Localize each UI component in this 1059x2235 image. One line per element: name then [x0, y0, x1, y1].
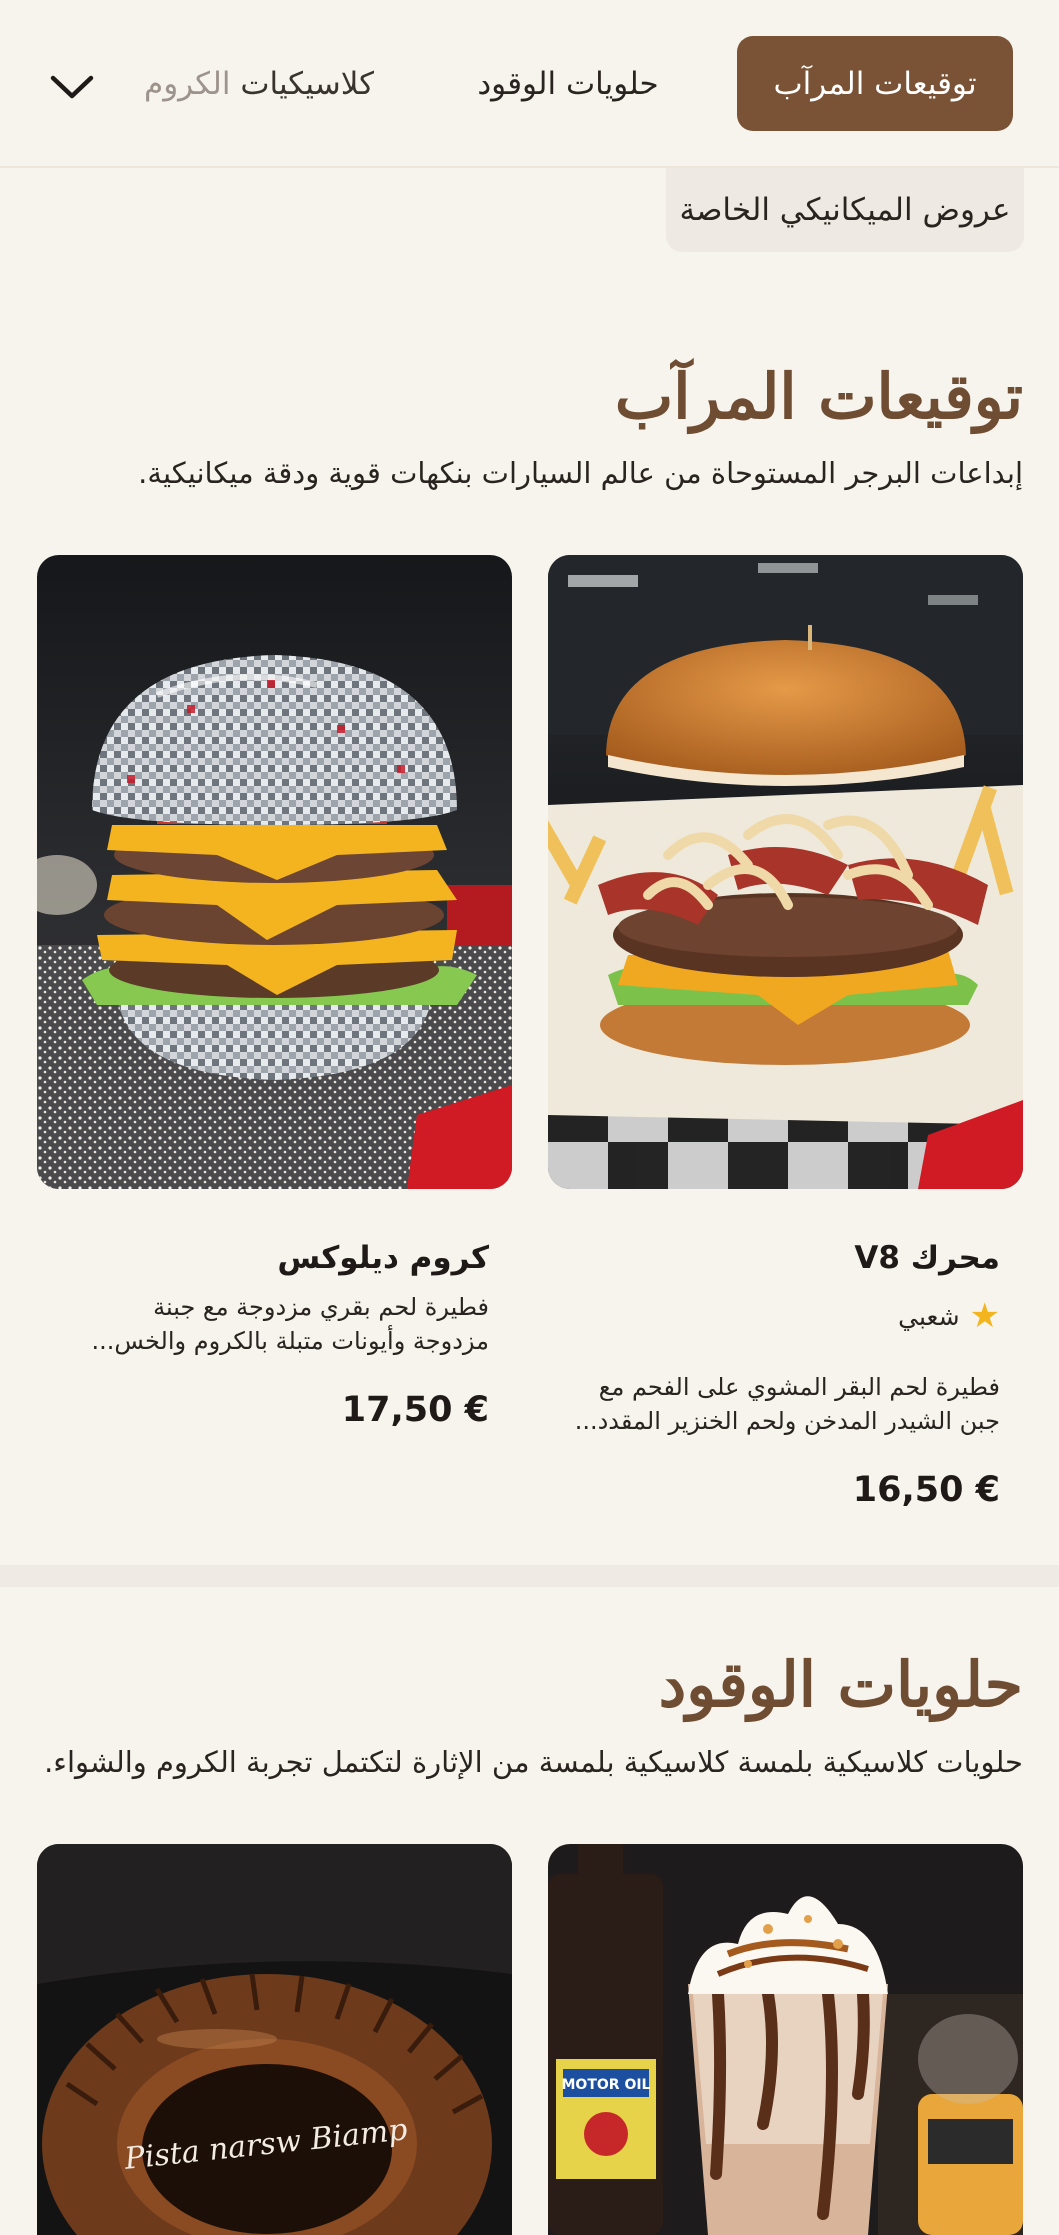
tab-label: توقيعات المرآب: [773, 65, 977, 102]
popular-badge: ★ شعبي: [898, 1299, 1000, 1333]
tab-mechanic-specials[interactable]: عروض الميكانيكي الخاصة: [666, 168, 1024, 252]
section-subtitle: حلويات كلاسيكية بلمسة كلاسيكية بلمسة من …: [44, 1745, 1023, 1779]
section-divider: [0, 1565, 1059, 1587]
tab-label: حلويات الوقود: [477, 65, 659, 102]
tab-garage-signatures[interactable]: توقيعات المرآب: [737, 36, 1013, 131]
section-subtitle: إبداعات البرجر المستوحاة من عالم السيارا…: [138, 456, 1023, 490]
item-description: فطيرة لحم بقري مزدوجة مع جبنة مزدوجة وأي…: [49, 1290, 489, 1358]
v8-burger-image[interactable]: [548, 555, 1023, 1189]
item-price: 17,50 €: [341, 1390, 489, 1430]
tab-fuel-desserts[interactable]: حلويات الوقود: [463, 36, 673, 131]
category-tabs: توقيعات المرآب حلويات الوقود كلاسيكيات ا…: [0, 0, 1059, 168]
tab-label: كلاسيكيات: [240, 65, 374, 102]
item-description: فطيرة لحم البقر المشوي على الفحم مع جبن …: [560, 1370, 1000, 1438]
item-description-line: فطيرة لحم البقر المشوي على الفحم مع: [598, 1373, 1000, 1401]
tab-chrome-classics[interactable]: كلاسيكيات الكروم: [119, 36, 399, 131]
item-description-line: جبن الشيدر المدخن ولحم الخنزير المقدد...: [574, 1407, 1000, 1435]
item-name: V8 محرك: [854, 1240, 1000, 1276]
section-title-fuel-desserts: حلويات الوقود: [658, 1648, 1023, 1721]
section-title-garage-signatures: توقيعات المرآب: [614, 360, 1023, 433]
chrome-deluxe-image[interactable]: [37, 555, 512, 1189]
item-price: 16,50 €: [852, 1470, 1000, 1510]
tire-cake-image[interactable]: Pista narsw Biamp: [37, 1844, 512, 2235]
item-name: كروم ديلوكس: [277, 1240, 489, 1276]
tab-label: عروض الميكانيكي الخاصة: [679, 192, 1011, 228]
tab-label-faded: الكروم: [144, 65, 231, 102]
item-description-line: فطيرة لحم بقري مزدوجة مع جبنة: [153, 1293, 489, 1321]
milkshake-image[interactable]: MOTOR OIL: [548, 1844, 1023, 2235]
item-description-line: مزدوجة وأيونات متبلة بالكروم والخس...: [91, 1327, 489, 1355]
star-icon: ★: [969, 1296, 1000, 1336]
badge-label: شعبي: [898, 1301, 960, 1331]
oil-bottle-label: MOTOR OIL: [562, 2077, 651, 2093]
chevron-down-icon[interactable]: [40, 55, 104, 119]
